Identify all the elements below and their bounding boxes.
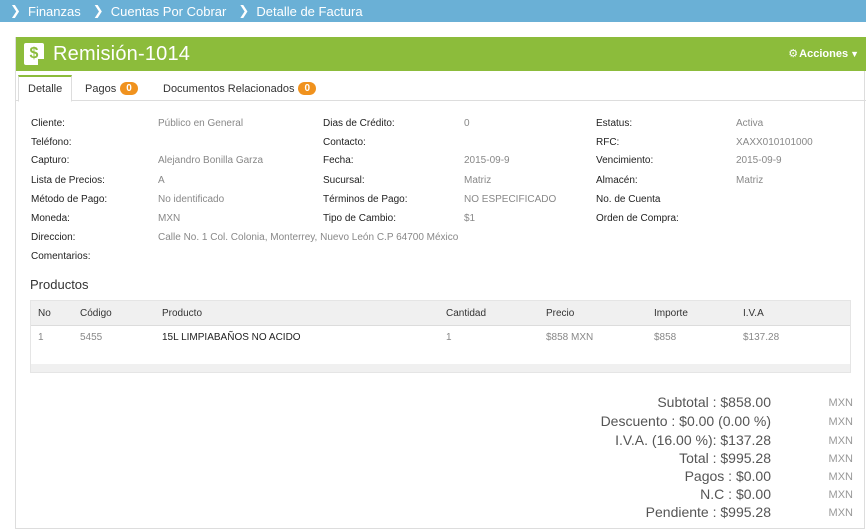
currency-label: MXN bbox=[828, 397, 853, 409]
currency-label: MXN bbox=[828, 435, 853, 447]
breadcrumb-item-finanzas[interactable]: ❯ Finanzas bbox=[10, 3, 81, 19]
tab-documentos-relacionados[interactable]: Documentos Relacionados 0 bbox=[154, 75, 325, 102]
lista-precios-label: Lista de Precios: bbox=[31, 175, 105, 186]
total-row-iva: I.V.A. (16.00 %): $137.28 MXN bbox=[16, 432, 866, 450]
cliente-label: Cliente: bbox=[31, 118, 65, 129]
column-header-no: No bbox=[38, 308, 51, 319]
pendiente-value: Pendiente : $995.28 bbox=[645, 504, 771, 520]
total-value: Total : $995.28 bbox=[679, 450, 771, 466]
total-row-total: Total : $995.28 MXN bbox=[16, 450, 866, 468]
total-row-pendiente: Pendiente : $995.28 MXN bbox=[16, 504, 866, 522]
actions-dropdown-button[interactable]: ⚙ Acciones ▼ bbox=[788, 47, 859, 61]
metodo-pago-label: Método de Pago: bbox=[31, 194, 108, 205]
vencimiento-value: 2015-09-9 bbox=[736, 155, 782, 166]
terminos-pago-value: NO ESPECIFICADO bbox=[464, 194, 557, 205]
cell-no: 1 bbox=[38, 332, 44, 343]
invoice-dollar-icon: $ bbox=[24, 43, 45, 66]
products-section-title: Productos bbox=[30, 277, 89, 292]
sucursal-label: Sucursal: bbox=[323, 175, 365, 186]
cell-producto: 15L LIMPIABAÑOS NO ACIDO bbox=[162, 332, 301, 343]
total-row-nc: N.C : $0.00 MXN bbox=[16, 486, 866, 504]
chevron-right-icon: ❯ bbox=[10, 3, 21, 18]
cliente-value: Público en General bbox=[158, 118, 244, 129]
cell-importe: $858 bbox=[654, 332, 677, 343]
breadcrumb-label: Finanzas bbox=[28, 3, 81, 19]
tab-pagos[interactable]: Pagos 0 bbox=[76, 75, 147, 102]
almacen-value: Matriz bbox=[736, 175, 764, 186]
dias-credito-value: 0 bbox=[464, 118, 470, 129]
direccion-label: Direccion: bbox=[31, 232, 76, 243]
pagos-value: Pagos : $0.00 bbox=[684, 468, 771, 484]
products-table: No Código Producto Cantidad Precio Impor… bbox=[30, 300, 851, 373]
column-header-producto: Producto bbox=[162, 308, 203, 319]
tab-label: Detalle bbox=[28, 83, 63, 95]
currency-label: MXN bbox=[828, 489, 853, 501]
cell-precio: $858 MXN bbox=[546, 332, 594, 343]
capturo-label: Capturo: bbox=[31, 155, 70, 166]
column-header-codigo: Código bbox=[80, 308, 112, 319]
column-header-importe: Importe bbox=[654, 308, 688, 319]
invoice-panel: $ Remisión-1014 ⚙ Acciones ▼ Detalle Pag… bbox=[15, 37, 866, 529]
cell-cantidad: 1 bbox=[446, 332, 452, 343]
total-row-descuento: Descuento : $0.00 (0.00 %) MXN bbox=[16, 413, 866, 431]
tipo-cambio-label: Tipo de Cambio: bbox=[323, 213, 396, 224]
moneda-value: MXN bbox=[158, 213, 181, 224]
fecha-value: 2015-09-9 bbox=[464, 155, 510, 166]
tab-label: Documentos Relacionados bbox=[163, 82, 295, 95]
comentarios-label: Comentarios: bbox=[31, 251, 91, 262]
no-cuenta-label: No. de Cuenta bbox=[596, 194, 661, 205]
estatus-value: Activa bbox=[736, 118, 764, 129]
contacto-label: Contacto: bbox=[323, 137, 366, 148]
column-header-iva: I.V.A bbox=[743, 308, 764, 319]
telefono-label: Teléfono: bbox=[31, 137, 72, 148]
cell-codigo: 5455 bbox=[80, 332, 103, 343]
moneda-label: Moneda: bbox=[31, 213, 70, 224]
tab-label: Pagos bbox=[85, 82, 117, 95]
currency-label: MXN bbox=[828, 453, 853, 465]
terminos-pago-label: Términos de Pago: bbox=[323, 194, 408, 205]
chevron-right-icon: ❯ bbox=[92, 3, 104, 18]
caret-down-icon: ▼ bbox=[850, 48, 859, 59]
fecha-label: Fecha: bbox=[323, 155, 354, 166]
table-header: No Código Producto Cantidad Precio Impor… bbox=[31, 301, 850, 326]
metodo-pago-value: No identificado bbox=[158, 194, 225, 205]
lista-precios-value: A bbox=[158, 175, 165, 186]
chevron-right-icon: ❯ bbox=[238, 3, 250, 18]
breadcrumb-item-cuentas[interactable]: ❯ Cuentas Por Cobrar bbox=[93, 3, 227, 19]
breadcrumb-item-detalle[interactable]: ❯ Detalle de Factura bbox=[238, 3, 362, 19]
breadcrumb-label: Cuentas Por Cobrar bbox=[110, 3, 227, 19]
estatus-label: Estatus: bbox=[596, 118, 633, 129]
descuento-value: Descuento : $0.00 (0.00 %) bbox=[600, 413, 771, 429]
breadcrumb: ❯ Finanzas ❯ Cuentas Por Cobrar ❯ Detall… bbox=[0, 0, 866, 22]
currency-label: MXN bbox=[828, 416, 853, 428]
page-title: Remisión-1014 bbox=[53, 42, 191, 65]
sucursal-value: Matriz bbox=[464, 175, 492, 186]
currency-label: MXN bbox=[828, 507, 853, 519]
tab-detalle[interactable]: Detalle bbox=[18, 75, 73, 102]
direccion-value: Calle No. 1 Col. Colonia, Monterrey, Nue… bbox=[158, 232, 459, 243]
almacen-label: Almacén: bbox=[596, 175, 638, 186]
column-header-cantidad: Cantidad bbox=[446, 308, 487, 319]
iva-value: I.V.A. (16.00 %): $137.28 bbox=[615, 432, 771, 448]
total-row-pagos: Pagos : $0.00 MXN bbox=[16, 468, 866, 486]
cell-iva: $137.28 bbox=[743, 332, 780, 343]
vencimiento-label: Vencimiento: bbox=[596, 155, 654, 166]
subtotal-value: Subtotal : $858.00 bbox=[657, 394, 771, 410]
capturo-value: Alejandro Bonilla Garza bbox=[158, 155, 264, 166]
rfc-value: XAXX010101000 bbox=[736, 137, 813, 148]
count-badge: 0 bbox=[120, 82, 138, 95]
total-row-subtotal: Subtotal : $858.00 MXN bbox=[16, 394, 866, 412]
dias-credito-label: Dias de Crédito: bbox=[323, 118, 395, 129]
tipo-cambio-value: $1 bbox=[464, 213, 476, 224]
actions-label: Acciones bbox=[799, 47, 849, 60]
column-header-precio: Precio bbox=[546, 308, 575, 319]
gears-icon: ⚙ bbox=[788, 48, 799, 60]
orden-compra-label: Orden de Compra: bbox=[596, 213, 679, 224]
count-badge: 0 bbox=[298, 82, 317, 95]
rfc-label: RFC: bbox=[596, 137, 620, 148]
currency-label: MXN bbox=[828, 471, 853, 483]
nc-value: N.C : $0.00 bbox=[700, 486, 771, 502]
breadcrumb-label: Detalle de Factura bbox=[256, 3, 363, 19]
panel-header: $ Remisión-1014 ⚙ Acciones ▼ bbox=[16, 37, 866, 71]
